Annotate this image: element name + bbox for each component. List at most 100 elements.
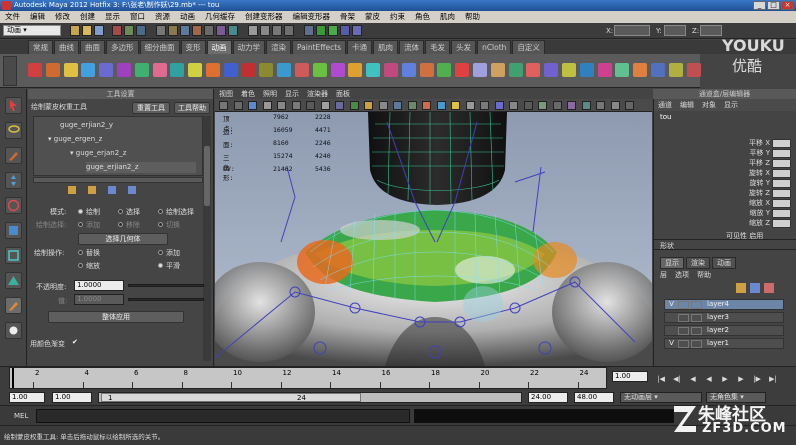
attribute-label[interactable]: 旋转 X [704, 169, 770, 178]
mode-paint-radio[interactable] [78, 209, 83, 214]
viewport-tool-icon[interactable] [480, 101, 489, 110]
attribute-value[interactable] [772, 179, 791, 188]
shelf-tool-icon[interactable] [490, 63, 505, 77]
field-y[interactable] [664, 25, 686, 36]
shelf-tool-icon[interactable] [668, 63, 683, 77]
mel-input[interactable] [36, 409, 410, 423]
layer-color-swatch[interactable] [691, 301, 702, 309]
menu-item[interactable]: 资源 [150, 11, 175, 23]
attribute-label[interactable]: 旋转 Y [704, 179, 770, 188]
attribute-value[interactable] [772, 149, 791, 158]
replace-radio[interactable] [78, 250, 83, 255]
value-field[interactable]: 1.0000 [74, 294, 124, 305]
new-layer-icon[interactable] [736, 283, 746, 293]
color-ramp-checkbox[interactable]: ✔ [72, 338, 78, 346]
shelf-tool-icon[interactable] [579, 63, 594, 77]
menu-item[interactable]: 文件 [0, 11, 25, 23]
viewport-menu-item[interactable]: 照明 [259, 89, 281, 99]
shelf-tab[interactable]: 多边形 [106, 40, 139, 54]
menu-item[interactable]: 骨架 [335, 11, 360, 23]
lock-icon[interactable] [68, 186, 76, 194]
tree-icon[interactable] [128, 186, 136, 194]
render-settings-icon[interactable] [352, 25, 362, 36]
viewport-tool-icon[interactable] [393, 101, 402, 110]
opacity-field[interactable]: 1.0000 [74, 280, 124, 291]
viewport-tool-icon[interactable] [465, 101, 475, 110]
viewport-tool-icon[interactable] [451, 101, 460, 110]
viewport-tool-icon[interactable] [219, 101, 228, 110]
toggle-radio[interactable] [158, 222, 163, 227]
playback-end-field[interactable]: 24.00 [528, 392, 568, 403]
layer-tab[interactable]: 渲染 [686, 257, 710, 269]
close-button[interactable]: × [781, 1, 794, 10]
shelf-tab[interactable]: 渲染 [266, 40, 291, 54]
mask-render-icon[interactable] [228, 25, 238, 36]
layer-type-toggle[interactable] [678, 327, 689, 335]
select-tool-icon[interactable] [5, 97, 22, 114]
viewport-tool-icon[interactable] [509, 101, 518, 110]
attribute-value[interactable] [772, 139, 791, 148]
viewport-tool-icon[interactable] [422, 101, 431, 110]
go-start-icon[interactable]: |◀ [656, 374, 666, 384]
shelf-tab[interactable]: 自定义 [512, 40, 545, 54]
add-radio[interactable] [78, 222, 83, 227]
select-hierarchy-icon[interactable] [112, 25, 122, 36]
shelf-tool-icon[interactable] [45, 63, 60, 77]
new-scene-icon[interactable] [70, 25, 80, 36]
shelf-tool-icon[interactable] [259, 63, 274, 77]
select-object-icon[interactable] [124, 25, 134, 36]
shelf-tab[interactable]: 常规 [28, 40, 53, 54]
sort-icon[interactable] [108, 186, 116, 194]
viewport-tool-icon[interactable] [233, 101, 243, 110]
go-end-icon[interactable]: ▶| [768, 374, 778, 384]
minimize-button[interactable]: _ [753, 1, 766, 10]
shelf-tool-icon[interactable] [544, 63, 559, 77]
move-tool-icon[interactable] [5, 172, 22, 189]
layer-color-swatch[interactable] [691, 340, 702, 348]
viewport-tool-icon[interactable] [625, 101, 634, 110]
viewport-menu-item[interactable]: 渲染器 [303, 89, 332, 99]
shelf-tool-icon[interactable] [206, 63, 220, 77]
ipr-render-icon[interactable] [340, 25, 350, 36]
list-item[interactable]: guge_erjian2_z [86, 162, 196, 173]
viewport-tool-icon[interactable] [494, 101, 504, 110]
attribute-value[interactable] [772, 219, 791, 228]
viewport-tool-icon[interactable] [248, 101, 257, 110]
shelf-tool-icon[interactable] [562, 63, 576, 77]
shelf-tool-icon[interactable] [384, 63, 398, 77]
layer-tab[interactable]: 显示 [660, 257, 684, 269]
shelf-tab[interactable]: 细分曲面 [139, 40, 180, 54]
shelf-tab[interactable]: nCloth [477, 40, 512, 54]
open-scene-icon[interactable] [82, 25, 92, 36]
save-scene-icon[interactable] [94, 25, 104, 36]
viewport-tool-icon[interactable] [581, 101, 591, 110]
layer-menu-item[interactable]: 选项 [675, 270, 689, 280]
layer-menu-item[interactable]: 层 [660, 270, 667, 280]
layer-row[interactable]: Vlayer4 [664, 299, 784, 310]
attribute-value[interactable] [772, 199, 791, 208]
viewport-tool-icon[interactable] [436, 101, 446, 110]
play-forward-icon[interactable]: ▶ [720, 374, 730, 384]
shelf-tool-icon[interactable] [312, 63, 327, 77]
shelf-tab[interactable]: 曲面 [80, 40, 105, 54]
range-slider[interactable]: 1 24 [98, 392, 522, 403]
shelf-tool-icon[interactable] [28, 63, 42, 77]
shelf-tool-icon[interactable] [330, 63, 345, 77]
mask-curve-icon[interactable] [180, 25, 190, 36]
scale-op-radio[interactable] [78, 263, 83, 268]
layer-menu-item[interactable]: 帮助 [697, 270, 711, 280]
menu-item[interactable]: 角色 [410, 11, 435, 23]
shelf-tab[interactable]: 毛发 [425, 40, 451, 54]
attribute-value[interactable] [772, 189, 791, 198]
menu-item[interactable]: 修改 [50, 11, 75, 23]
soft-mod-icon[interactable] [5, 272, 22, 289]
attribute-label[interactable]: 平移 X [704, 139, 770, 148]
shelf-tool-icon[interactable] [419, 63, 434, 77]
select-geometry-button[interactable]: 选择几何体 [78, 233, 168, 245]
tool-help-button[interactable]: 工具帮助 [174, 102, 210, 114]
remove-radio[interactable] [118, 222, 123, 227]
viewport-tool-icon[interactable] [364, 101, 373, 110]
viewport-tool-icon[interactable] [596, 101, 605, 110]
layer-type-toggle[interactable] [678, 340, 689, 348]
opacity-slider[interactable] [128, 284, 204, 287]
